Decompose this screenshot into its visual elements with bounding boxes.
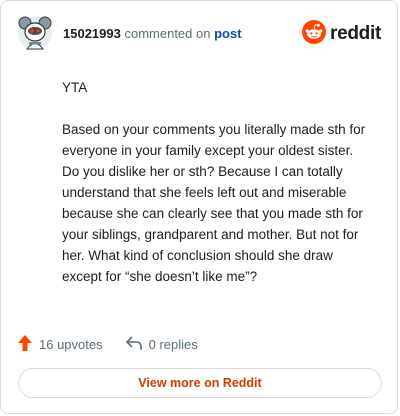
reddit-wordmark: reddit — [330, 23, 381, 44]
comment-header: 15021993 commented on post reddit — [17, 15, 381, 53]
replies-stat[interactable]: 0 replies — [125, 335, 198, 354]
comment-paragraph: Based on your comments you literally mad… — [62, 122, 366, 284]
upvote-arrow-icon — [17, 334, 33, 355]
reply-arrow-icon — [125, 335, 143, 354]
replies-count: 0 replies — [148, 336, 198, 352]
comment-embed-card: 15021993 commented on post reddit YTA Ba… — [0, 0, 398, 414]
comment-paragraph: YTA — [62, 80, 88, 95]
username-link[interactable]: 15021993 — [63, 26, 121, 41]
commented-on-text: commented on — [124, 26, 211, 41]
view-more-button[interactable]: View more on Reddit — [18, 368, 382, 398]
upvotes-count: 16 upvotes — [39, 336, 103, 352]
reddit-brand[interactable]: reddit — [302, 19, 381, 49]
comment-body: YTA Based on your comments you literally… — [62, 77, 370, 308]
snoo-avatar-icon[interactable] — [17, 15, 53, 51]
upvotes-stat[interactable]: 16 upvotes — [17, 334, 103, 355]
comment-footer: 16 upvotes 0 replies — [17, 334, 220, 354]
post-link[interactable]: post — [214, 26, 241, 41]
reddit-logo-icon — [302, 19, 327, 49]
comment-meta: 15021993 commented on post — [63, 26, 242, 41]
